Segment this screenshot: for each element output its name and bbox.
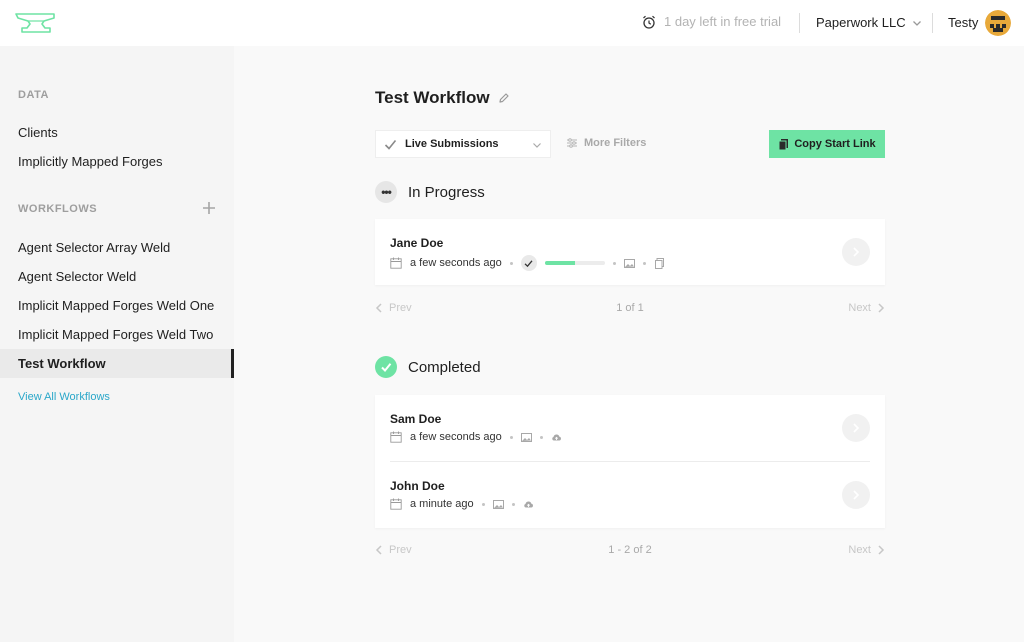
section-label-data: DATA bbox=[18, 89, 49, 101]
alarm-clock-icon bbox=[643, 15, 655, 29]
chevron-right-icon bbox=[853, 490, 860, 500]
completed-card: Sam Doe a few seconds ago John Doe a min… bbox=[375, 395, 885, 528]
ellipsis-icon: ••• bbox=[375, 181, 397, 203]
divider bbox=[932, 13, 933, 33]
submission-time: a minute ago bbox=[410, 498, 474, 510]
sidebar-item-agent-selector-weld[interactable]: Agent Selector Weld bbox=[0, 262, 234, 291]
trial-notice: 1 day left in free trial bbox=[642, 14, 781, 29]
section-label-workflows: WORKFLOWS bbox=[18, 203, 98, 215]
sidebar-item-implicitly-mapped-forges[interactable]: Implicitly Mapped Forges bbox=[0, 147, 234, 176]
list-item[interactable]: Jane Doe a few seconds ago bbox=[375, 219, 885, 285]
page-title: Test Workflow bbox=[375, 88, 510, 108]
submission-meta: a minute ago bbox=[390, 498, 534, 510]
org-name: Paperwork LLC bbox=[816, 15, 906, 30]
chevron-right-icon bbox=[878, 303, 885, 313]
sidebar-item-clients[interactable]: Clients bbox=[0, 118, 234, 147]
chevron-down-icon bbox=[533, 143, 541, 148]
chevron-down-icon bbox=[912, 20, 921, 26]
submission-meta: a few seconds ago bbox=[390, 431, 562, 443]
more-filters-button[interactable]: More Filters bbox=[566, 137, 646, 149]
checkmark-icon bbox=[520, 255, 537, 271]
org-switcher[interactable]: Paperwork LLC bbox=[816, 15, 922, 30]
cloud-upload-icon bbox=[523, 501, 533, 507]
pencil-icon[interactable] bbox=[498, 92, 510, 104]
progress-bar bbox=[544, 261, 605, 265]
top-bar: 1 day left in free trial Paperwork LLC T… bbox=[0, 0, 1024, 46]
cloud-upload-icon bbox=[552, 434, 561, 440]
sidebar-item-agent-selector-array-weld[interactable]: Agent Selector Array Weld bbox=[0, 233, 234, 262]
submission-name: John Doe bbox=[390, 479, 445, 493]
list-item[interactable]: Sam Doe a few seconds ago bbox=[375, 395, 885, 461]
completed-heading-text: Completed bbox=[408, 358, 481, 376]
page-count: 1 - 2 of 2 bbox=[608, 544, 652, 556]
copy-start-link-label: Copy Start Link bbox=[794, 138, 876, 150]
next-label: Next bbox=[848, 302, 871, 314]
copy-start-link-button[interactable]: Copy Start Link bbox=[769, 130, 885, 158]
submission-name: Sam Doe bbox=[390, 412, 442, 426]
chevron-right-icon bbox=[853, 247, 860, 257]
list-item[interactable]: John Doe a minute ago bbox=[390, 461, 870, 527]
next-page-button[interactable]: Next bbox=[848, 544, 885, 556]
more-filters-label: More Filters bbox=[584, 137, 647, 149]
sliders-icon bbox=[567, 138, 577, 148]
checkmark-icon bbox=[384, 139, 397, 150]
image-icon bbox=[520, 432, 532, 442]
separator-dot bbox=[509, 435, 513, 439]
open-submission-button[interactable] bbox=[842, 238, 870, 266]
open-submission-button[interactable] bbox=[842, 414, 870, 442]
avatar[interactable] bbox=[985, 10, 1011, 36]
submission-meta: a few seconds ago bbox=[390, 255, 665, 271]
in-progress-pager: Prev 1 of 1 Next bbox=[375, 302, 885, 318]
calendar-icon bbox=[390, 431, 402, 443]
sidebar-item-test-workflow[interactable]: Test Workflow bbox=[0, 349, 234, 378]
next-label: Next bbox=[848, 544, 871, 556]
sidebar: DATA Clients Implicitly Mapped Forges WO… bbox=[0, 46, 234, 642]
open-submission-button[interactable] bbox=[842, 481, 870, 509]
in-progress-card: Jane Doe a few seconds ago bbox=[375, 219, 885, 285]
trial-text: 1 day left in free trial bbox=[664, 14, 782, 29]
submission-filter-select[interactable]: Live Submissions bbox=[375, 130, 551, 158]
image-icon bbox=[623, 258, 635, 268]
in-progress-heading-text: In Progress bbox=[408, 183, 485, 201]
sidebar-item-implicit-mapped-forges-weld-one[interactable]: Implicit Mapped Forges Weld One bbox=[0, 291, 234, 320]
chevron-right-icon bbox=[878, 545, 885, 555]
anvil-logo-icon[interactable] bbox=[14, 12, 56, 34]
submission-name: Jane Doe bbox=[390, 236, 444, 250]
separator-dot bbox=[642, 261, 646, 265]
completed-heading: Completed bbox=[375, 356, 481, 378]
separator-dot bbox=[509, 261, 513, 265]
chevron-right-icon bbox=[853, 423, 860, 433]
clipboard-icon bbox=[778, 139, 789, 150]
separator-dot bbox=[612, 261, 616, 265]
user-name[interactable]: Testy bbox=[948, 15, 978, 30]
filter-value: Live Submissions bbox=[405, 138, 499, 150]
in-progress-heading: ••• In Progress bbox=[375, 181, 485, 203]
view-all-workflows-link[interactable]: View All Workflows bbox=[18, 391, 110, 403]
page-count: 1 of 1 bbox=[616, 302, 644, 314]
completed-pager: Prev 1 - 2 of 2 Next bbox=[375, 544, 885, 560]
next-page-button[interactable]: Next bbox=[848, 302, 885, 314]
divider bbox=[799, 13, 800, 33]
checkmark-icon bbox=[375, 356, 397, 378]
separator-dot bbox=[481, 502, 485, 506]
main-content: Test Workflow Live Submissions More Filt… bbox=[234, 46, 1024, 642]
calendar-icon bbox=[390, 257, 402, 269]
submission-time: a few seconds ago bbox=[410, 431, 502, 443]
sidebar-item-implicit-mapped-forges-weld-two[interactable]: Implicit Mapped Forges Weld Two bbox=[0, 320, 234, 349]
separator-dot bbox=[511, 502, 515, 506]
plus-icon[interactable] bbox=[202, 201, 216, 215]
page-title-text: Test Workflow bbox=[375, 88, 490, 107]
submission-time: a few seconds ago bbox=[410, 257, 502, 269]
image-icon bbox=[492, 499, 504, 509]
calendar-icon bbox=[390, 498, 402, 510]
clipboard-icon bbox=[654, 257, 664, 269]
separator-dot bbox=[539, 435, 543, 439]
progress-fill bbox=[544, 261, 575, 265]
